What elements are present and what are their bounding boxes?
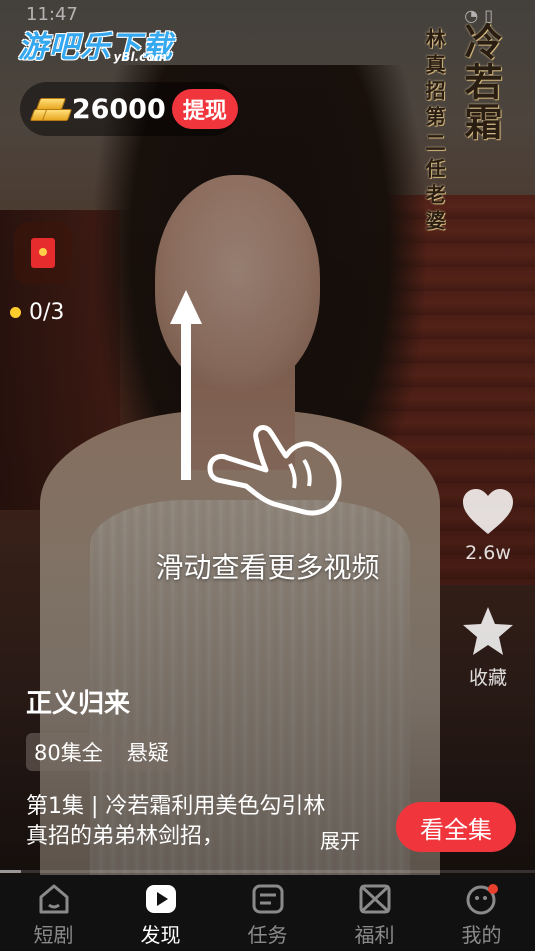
- nav-item-profile[interactable]: 我的: [428, 875, 535, 951]
- red-packet-progress-text: 0/3: [29, 300, 65, 325]
- gift-icon: [359, 884, 390, 914]
- red-envelope-icon: [31, 238, 55, 268]
- star-icon: [463, 607, 513, 655]
- swipe-hint-text: 滑动查看更多视频: [155, 551, 380, 584]
- task-icon: [252, 884, 283, 914]
- nav-item-short-drama[interactable]: 短剧: [0, 875, 107, 951]
- video-progress-fill: [0, 870, 22, 873]
- drama-tags: 80集全 悬疑: [26, 733, 177, 771]
- gold-bars-icon: [29, 93, 73, 125]
- coin-dot-icon: [10, 307, 21, 318]
- logo-sub-text: yBl.com: [113, 50, 167, 64]
- favorite-label: 收藏: [468, 667, 507, 689]
- profile-icon: [466, 884, 498, 915]
- character-name: 冷若霜: [458, 22, 503, 142]
- swipe-hand-icon: [207, 425, 342, 516]
- site-watermark-logo: 游吧乐下载 yBl.com: [18, 22, 173, 66]
- home-icon: [39, 884, 68, 914]
- nav-label: 我的: [461, 923, 502, 947]
- nav-label: 发现: [140, 923, 181, 947]
- bottom-navigation: 短剧 发现 任务 福利 我的: [0, 875, 535, 951]
- episode-description: 第1集 | 冷若霜利用美色勾引林真招的弟弟林剑招，: [26, 794, 326, 849]
- red-packet-button[interactable]: [14, 222, 72, 284]
- like-button[interactable]: 2.6w: [456, 488, 520, 564]
- expand-description-button[interactable]: 展开: [320, 825, 360, 854]
- drama-title[interactable]: 正义归来: [26, 683, 130, 720]
- red-packet-progress: 0/3: [10, 300, 64, 325]
- like-count: 2.6w: [465, 542, 511, 564]
- nav-item-welfare[interactable]: 福利: [321, 875, 428, 951]
- character-role: 林真招第二任老婆: [422, 28, 446, 236]
- favorite-button[interactable]: 收藏: [456, 605, 520, 690]
- video-character-caption: 冷若霜 林真招第二任老婆: [420, 22, 508, 236]
- episode-count-tag[interactable]: 80集全: [26, 733, 111, 771]
- video-progress-bar[interactable]: [0, 870, 535, 873]
- nav-label: 福利: [354, 923, 395, 947]
- nav-item-discover[interactable]: 发现: [107, 875, 214, 951]
- coin-amount: 26000: [71, 93, 166, 125]
- nav-label: 短剧: [33, 923, 74, 947]
- coin-wallet[interactable]: 26000 提现: [20, 82, 238, 136]
- heart-icon: [463, 489, 513, 534]
- nav-label: 任务: [247, 923, 288, 947]
- watch-all-episodes-button[interactable]: 看全集: [396, 802, 516, 852]
- withdraw-button[interactable]: 提现: [171, 89, 238, 129]
- play-icon: [145, 885, 176, 913]
- nav-item-tasks[interactable]: 任务: [214, 875, 321, 951]
- genre-tag[interactable]: 悬疑: [118, 733, 177, 771]
